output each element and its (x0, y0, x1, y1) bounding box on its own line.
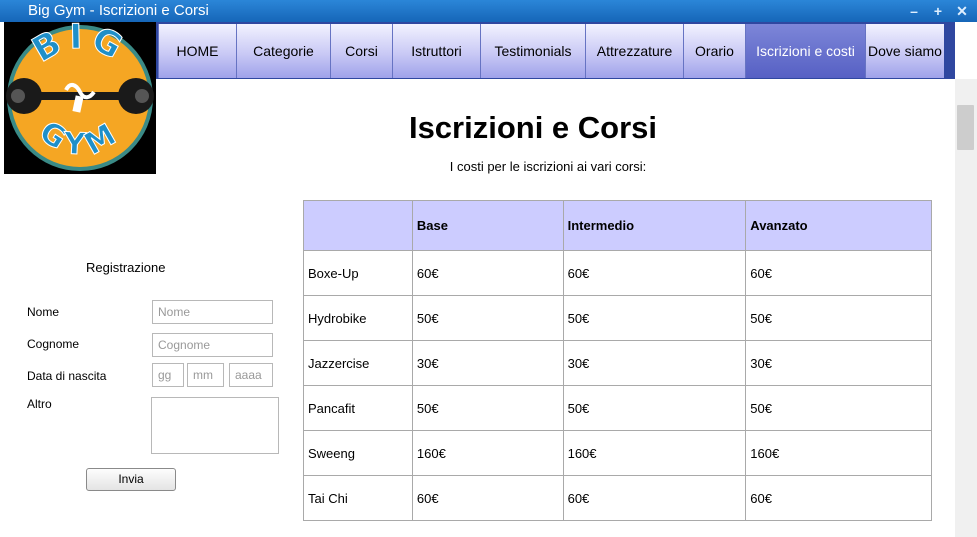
minimize-icon[interactable]: – (904, 2, 924, 20)
price-avanzato: 60€ (745, 475, 932, 521)
nav-item-testimonials[interactable]: Testimonials (480, 24, 585, 78)
price-avanzato: 50€ (745, 295, 932, 341)
price-base: 60€ (411, 475, 564, 521)
name-field[interactable]: Nome (152, 300, 273, 324)
price-intermedio: 160€ (562, 430, 747, 476)
price-avanzato: 60€ (745, 250, 932, 296)
app-window: Big Gym - Iscrizioni e Corsi – + ✕ BIG G… (0, 0, 977, 537)
price-base: 50€ (411, 295, 564, 341)
nav-item-istruttori[interactable]: Istruttori (392, 24, 480, 78)
form-title: Registrazione (86, 260, 166, 275)
page-subtitle: I costi per le iscrizioni ai vari corsi: (449, 159, 647, 174)
birth-day-field[interactable]: gg (152, 363, 184, 387)
big-gym-logo[interactable]: BIG GYM (4, 16, 156, 174)
course-name: Tai Chi (303, 475, 413, 521)
course-name: Boxe-Up (303, 250, 413, 296)
course-name: Sweeng (303, 430, 413, 476)
price-base: 160€ (411, 430, 564, 476)
header-avanzato: Avanzato (745, 200, 932, 251)
close-icon[interactable]: ✕ (952, 2, 972, 20)
table-row: Hydrobike 50€ 50€ 50€ (303, 295, 932, 341)
nav-item-dove-siamo[interactable]: Dove siamo (865, 24, 944, 78)
price-intermedio: 50€ (562, 385, 747, 431)
price-avanzato: 160€ (745, 430, 932, 476)
nav-item-iscrizioni-e-costi[interactable]: Iscrizioni e costi (745, 24, 865, 78)
main-nav: HOME Categorie Corsi Istruttori Testimon… (156, 22, 955, 79)
maximize-icon[interactable]: + (928, 2, 948, 20)
prices-table: Base Intermedio Avanzato Boxe-Up 60€ 60€… (303, 200, 932, 521)
table-header-row: Base Intermedio Avanzato (303, 200, 932, 251)
price-base: 60€ (411, 250, 564, 296)
submit-button[interactable]: Invia (86, 468, 176, 491)
header-intermedio: Intermedio (562, 200, 747, 251)
nav-item-categorie[interactable]: Categorie (236, 24, 330, 78)
price-avanzato: 30€ (745, 340, 932, 386)
birth-year-field[interactable]: aaaa (229, 363, 273, 387)
header-course (303, 200, 413, 251)
course-name: Jazzercise (303, 340, 413, 386)
price-intermedio: 50€ (562, 295, 747, 341)
course-name: Hydrobike (303, 295, 413, 341)
table-row: Tai Chi 60€ 60€ 60€ (303, 475, 932, 521)
price-intermedio: 60€ (562, 250, 747, 296)
table-row: Sweeng 160€ 160€ 160€ (303, 430, 932, 476)
nav-item-home[interactable]: HOME (158, 24, 236, 78)
nav-item-corsi[interactable]: Corsi (330, 24, 392, 78)
price-base: 50€ (411, 385, 564, 431)
surname-field[interactable]: Cognome (152, 333, 273, 357)
price-base: 30€ (411, 340, 564, 386)
window-title: Big Gym - Iscrizioni e Corsi (28, 2, 209, 19)
surname-label: Cognome (27, 337, 80, 351)
table-row: Boxe-Up 60€ 60€ 60€ (303, 250, 932, 296)
price-intermedio: 60€ (562, 475, 747, 521)
title-bar: Big Gym - Iscrizioni e Corsi – + ✕ (0, 0, 977, 22)
name-label: Nome (27, 305, 60, 319)
nav-item-attrezzature[interactable]: Attrezzature (585, 24, 683, 78)
course-name: Pancafit (303, 385, 413, 431)
scrollbar-thumb[interactable] (957, 105, 974, 150)
page-title: Iscrizioni e Corsi (408, 110, 658, 145)
table-row: Pancafit 50€ 50€ 50€ (303, 385, 932, 431)
price-intermedio: 30€ (562, 340, 747, 386)
other-label: Altro (27, 397, 52, 411)
birth-month-field[interactable]: mm (187, 363, 224, 387)
birthdate-label: Data di nascita (27, 369, 107, 383)
nav-item-orario[interactable]: Orario (683, 24, 745, 78)
header-base: Base (411, 200, 564, 251)
table-row: Jazzercise 30€ 30€ 30€ (303, 340, 932, 386)
price-avanzato: 50€ (745, 385, 932, 431)
other-textarea[interactable] (151, 397, 279, 454)
